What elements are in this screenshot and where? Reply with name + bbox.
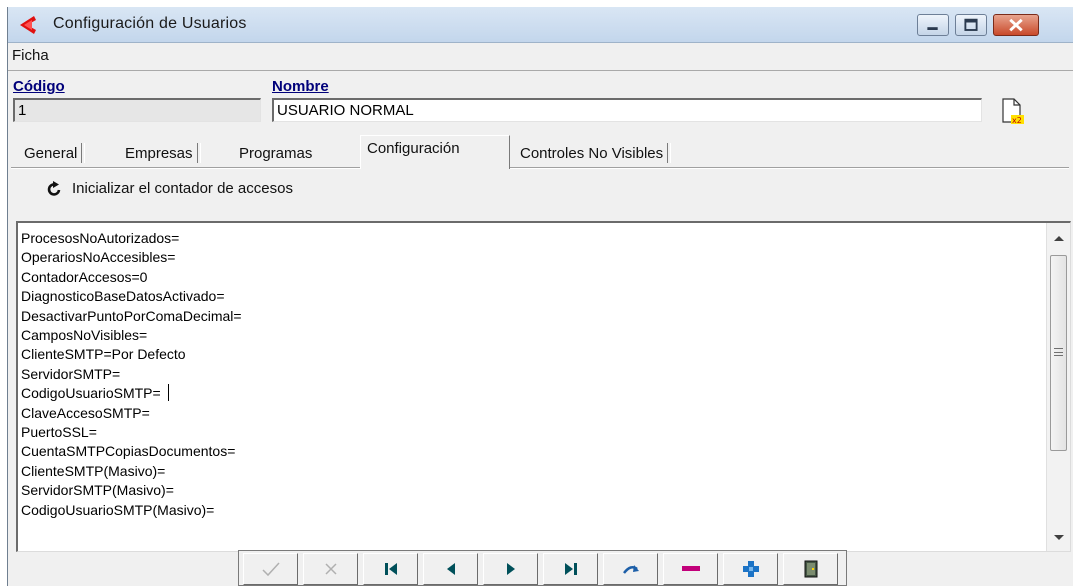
- config-line: PuertoSSL=: [21, 424, 97, 441]
- tab-general[interactable]: General: [18, 139, 86, 167]
- config-line: CuentaSMTPCopiasDocumentos=: [21, 443, 236, 460]
- cancel-icon: [324, 563, 337, 575]
- next-record-button[interactable]: [483, 553, 538, 585]
- menu-bar: Ficha: [8, 44, 1073, 71]
- maximize-button[interactable]: [955, 14, 987, 36]
- exit-button[interactable]: [783, 553, 838, 585]
- last-record-button[interactable]: [543, 553, 598, 585]
- scroll-up-arrow-icon[interactable]: [1047, 227, 1071, 249]
- config-line: ServidorSMTP(Masivo)=: [21, 482, 174, 499]
- tab-label: Programas: [239, 145, 313, 162]
- tab-configuracion[interactable]: Configuración: [360, 135, 510, 169]
- cancel-button[interactable]: [303, 553, 358, 585]
- app-logo-icon: [20, 16, 36, 34]
- confirm-button[interactable]: [243, 553, 298, 585]
- add-icon: [742, 561, 759, 577]
- config-line: DiagnosticoBaseDatosActivado=: [21, 288, 225, 305]
- tab-label: Configuración: [367, 140, 460, 157]
- next-record-icon: [506, 563, 515, 575]
- first-record-button[interactable]: [363, 553, 418, 585]
- config-line: OperariosNoAccesibles=: [21, 249, 176, 266]
- codigo-label: Código: [13, 78, 65, 95]
- tab-label: Empresas: [125, 145, 193, 162]
- config-line: ContadorAccesos=0: [21, 268, 148, 285]
- config-line: DesactivarPuntoPorComaDecimal=: [21, 307, 242, 324]
- tab-controles-no-visibles[interactable]: Controles No Visibles: [514, 139, 672, 167]
- refresh-button[interactable]: [603, 553, 658, 585]
- tab-strip-baseline: [11, 167, 1069, 169]
- last-record-icon: [564, 563, 577, 575]
- prev-record-icon: [446, 563, 455, 575]
- tab-programas[interactable]: Programas: [233, 139, 318, 167]
- refresh-icon: [47, 181, 61, 196]
- text-caret: [168, 384, 169, 401]
- check-icon: [261, 562, 280, 577]
- config-lines: ProcesosNoAutorizados= OperariosNoAccesib…: [21, 229, 242, 520]
- title-bar: Configuración de Usuarios: [8, 7, 1073, 43]
- minimize-button[interactable]: [917, 14, 949, 36]
- menu-ficha[interactable]: Ficha: [12, 47, 49, 64]
- close-icon: [1009, 18, 1023, 32]
- tab-empresas[interactable]: Empresas: [119, 139, 201, 167]
- config-line: ClienteSMTP(Masivo)=: [21, 462, 166, 479]
- config-line: ProcesosNoAutorizados=: [21, 230, 180, 246]
- reset-access-counter-label: Inicializar el contador de accesos: [72, 180, 293, 197]
- svg-text:x2: x2: [1012, 116, 1022, 124]
- tab-label: Controles No Visibles: [520, 145, 664, 162]
- window-title: Configuración de Usuarios: [53, 15, 247, 32]
- codigo-field[interactable]: 1: [13, 98, 261, 122]
- config-text-area[interactable]: ProcesosNoAutorizados= OperariosNoAccesib…: [16, 221, 1071, 552]
- app-window: Configuración de Usuarios Ficha Código 1…: [7, 7, 1073, 586]
- scrollbar-thumb[interactable]: [1050, 255, 1067, 451]
- config-line: ServidorSMTP=: [21, 365, 121, 382]
- scroll-grip-icon: [1054, 348, 1063, 356]
- add-record-button[interactable]: [723, 553, 778, 585]
- exit-icon: [804, 560, 817, 578]
- close-button[interactable]: [993, 14, 1039, 36]
- vertical-scrollbar[interactable]: [1046, 223, 1070, 551]
- config-line: CodigoUsuarioSMTP=: [21, 385, 161, 402]
- delete-icon: [681, 566, 700, 571]
- config-line: ClaveAccesoSMTP=: [21, 404, 150, 421]
- refresh-icon: [622, 565, 639, 574]
- config-line: CodigoUsuarioSMTP(Masivo)=: [21, 501, 215, 518]
- config-line: ClienteSMTP=Por Defecto: [21, 346, 186, 363]
- minimize-icon: [927, 27, 938, 30]
- delete-record-button[interactable]: [663, 553, 718, 585]
- first-record-icon: [384, 563, 397, 575]
- maximize-icon: [964, 18, 978, 31]
- record-navigation-toolbar: [238, 550, 847, 586]
- nombre-field[interactable]: USUARIO NORMAL: [272, 98, 982, 122]
- tab-label: General: [24, 145, 78, 162]
- previous-record-button[interactable]: [423, 553, 478, 585]
- duplicate-document-icon[interactable]: x2: [1000, 98, 1024, 124]
- nombre-label: Nombre: [272, 78, 329, 95]
- scroll-down-arrow-icon[interactable]: [1047, 527, 1071, 549]
- config-line: CamposNoVisibles=: [21, 327, 148, 344]
